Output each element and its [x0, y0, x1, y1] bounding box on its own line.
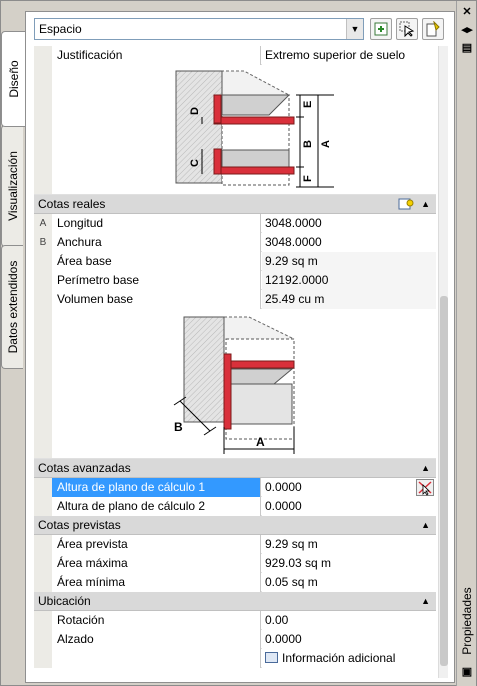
- property-name: Alzado: [52, 630, 261, 649]
- property-name: Altura de plano de cálculo 1: [52, 478, 261, 497]
- pick-point-icon[interactable]: [416, 479, 434, 496]
- properties-palette: Diseño Visualización Datos extendidos ✕ …: [0, 0, 477, 686]
- property-name: Longitud: [52, 214, 261, 233]
- select-objects-button[interactable]: [396, 18, 418, 40]
- tab-visualizacion[interactable]: Visualización: [1, 125, 23, 247]
- section-title: Cotas reales: [38, 197, 106, 211]
- property-value: 12192.0000: [262, 271, 436, 290]
- property-name: Perímetro base: [52, 271, 261, 290]
- property-name: Área base: [52, 252, 261, 271]
- property-name: Rotación: [52, 611, 261, 630]
- property-name: Área máxima: [52, 554, 261, 573]
- property-value[interactable]: 0.05 sq m: [262, 573, 436, 592]
- toggle-pickadd-button[interactable]: [370, 18, 392, 40]
- object-type-select[interactable]: Espacio ▼: [34, 18, 364, 40]
- row-area-minima[interactable]: Área mínima 0.05 sq m: [34, 573, 436, 592]
- tab-diseno[interactable]: Diseño: [1, 31, 25, 127]
- scrollbar-thumb[interactable]: [440, 296, 448, 666]
- section-cotas-previstas[interactable]: Cotas previstas ▲: [34, 516, 436, 535]
- pickadd-icon: [374, 22, 388, 36]
- diagram-label-f: F: [302, 175, 314, 182]
- light-bulb-icon[interactable]: [398, 197, 414, 211]
- diagram-label-b: B: [302, 140, 314, 148]
- space-section-illustration: D E B A C F: [175, 70, 334, 188]
- space-dimensions-illustration: B A: [173, 316, 295, 454]
- property-value: 25.49 cu m: [262, 290, 436, 309]
- section-cotas-reales[interactable]: Cotas reales ▲: [34, 195, 436, 214]
- diagram-label-c: C: [189, 159, 201, 167]
- vertical-scrollbar[interactable]: [438, 46, 448, 678]
- collapse-icon[interactable]: ▲: [421, 592, 430, 611]
- quick-select-button[interactable]: [422, 18, 444, 40]
- info-dialog-icon: [265, 652, 278, 663]
- toolbar: Espacio ▼: [34, 18, 446, 42]
- row-alzado[interactable]: Alzado 0.0000: [34, 630, 436, 649]
- autohide-icon[interactable]: ◂▸: [460, 23, 474, 37]
- property-value[interactable]: 0.0000: [262, 630, 436, 649]
- property-name: [52, 649, 261, 668]
- chevron-down-icon[interactable]: ▼: [346, 19, 363, 39]
- additional-info-label: Información adicional: [282, 651, 396, 665]
- properties-panel: Espacio ▼ Justificación Extremo superior…: [25, 11, 455, 683]
- property-name: Volumen base: [52, 290, 261, 309]
- tab-diseno-label: Diseño: [6, 60, 21, 98]
- object-type-value: Espacio: [39, 22, 82, 36]
- tab-datos-extendidos-label: Datos extendidos: [5, 260, 20, 354]
- row-area-prevista[interactable]: Área prevista 9.29 sq m: [34, 535, 436, 554]
- space-section-diagram: D E B A C F: [34, 65, 436, 195]
- property-value[interactable]: Extremo superior de suelo: [262, 46, 436, 65]
- collapse-icon[interactable]: ▲: [421, 516, 430, 535]
- property-grid: Justificación Extremo superior de suelo: [34, 46, 436, 668]
- diagram2-label-b: B: [174, 420, 183, 434]
- row-volumen-base: Volumen base 25.49 cu m: [34, 290, 436, 309]
- row-rotacion[interactable]: Rotación 0.00: [34, 611, 436, 630]
- property-value[interactable]: 0.0000: [262, 497, 436, 516]
- property-name: Área prevista: [52, 535, 261, 554]
- gutter-label: B: [34, 233, 52, 252]
- row-area-maxima[interactable]: Área máxima 929.03 sq m: [34, 554, 436, 573]
- additional-info-button[interactable]: Información adicional: [262, 649, 436, 668]
- palette-icon: ▣: [461, 666, 473, 678]
- space-dimensions-diagram: B A: [34, 309, 436, 459]
- property-value[interactable]: 3048.0000: [262, 214, 436, 233]
- quick-select-icon: [426, 21, 440, 37]
- property-value[interactable]: 0.0000: [262, 478, 436, 497]
- row-longitud[interactable]: A Longitud 3048.0000: [34, 214, 436, 233]
- diagram-label-d: D: [189, 107, 201, 115]
- row-area-base: Área base 9.29 sq m: [34, 252, 436, 271]
- diagram-label-a: A: [320, 140, 332, 148]
- property-name: Altura de plano de cálculo 2: [52, 497, 261, 516]
- diagram2-label-a: A: [256, 435, 265, 449]
- property-value[interactable]: 3048.0000: [262, 233, 436, 252]
- tab-datos-extendidos[interactable]: Datos extendidos: [1, 245, 23, 369]
- palette-title: Propiedades: [459, 587, 474, 655]
- row-informacion-adicional[interactable]: Información adicional: [34, 649, 436, 668]
- section-title: Ubicación: [38, 594, 91, 608]
- property-name: Área mínima: [52, 573, 261, 592]
- properties-menu-icon[interactable]: ▤: [460, 41, 474, 55]
- close-icon[interactable]: ✕: [460, 5, 474, 19]
- section-title: Cotas avanzadas: [38, 461, 131, 475]
- property-name: Justificación: [52, 46, 261, 65]
- property-name: Anchura: [52, 233, 261, 252]
- gutter-label: A: [34, 214, 52, 233]
- row-anchura[interactable]: B Anchura 3048.0000: [34, 233, 436, 252]
- row-justificacion[interactable]: Justificación Extremo superior de suelo: [34, 46, 436, 65]
- property-value: 9.29 sq m: [262, 252, 436, 271]
- collapse-icon[interactable]: ▲: [421, 195, 430, 214]
- section-ubicacion[interactable]: Ubicación ▲: [34, 592, 436, 611]
- section-cotas-avanzadas[interactable]: Cotas avanzadas ▲: [34, 459, 436, 478]
- section-title: Cotas previstas: [38, 518, 121, 532]
- collapse-icon[interactable]: ▲: [421, 459, 430, 478]
- property-value[interactable]: 929.03 sq m: [262, 554, 436, 573]
- property-value[interactable]: 9.29 sq m: [262, 535, 436, 554]
- row-altura-plano-2[interactable]: Altura de plano de cálculo 2 0.0000: [34, 497, 436, 516]
- diagram-label-e: E: [302, 101, 314, 108]
- row-perimetro-base: Perímetro base 12192.0000: [34, 271, 436, 290]
- property-value[interactable]: 0.00: [262, 611, 436, 630]
- tab-visualizacion-label: Visualización: [5, 151, 20, 221]
- select-objects-icon: [399, 21, 415, 37]
- palette-titlebar: ✕ ◂▸ ▤ Propiedades ▣: [456, 1, 476, 686]
- row-altura-plano-1[interactable]: Altura de plano de cálculo 1 0.0000: [34, 478, 436, 497]
